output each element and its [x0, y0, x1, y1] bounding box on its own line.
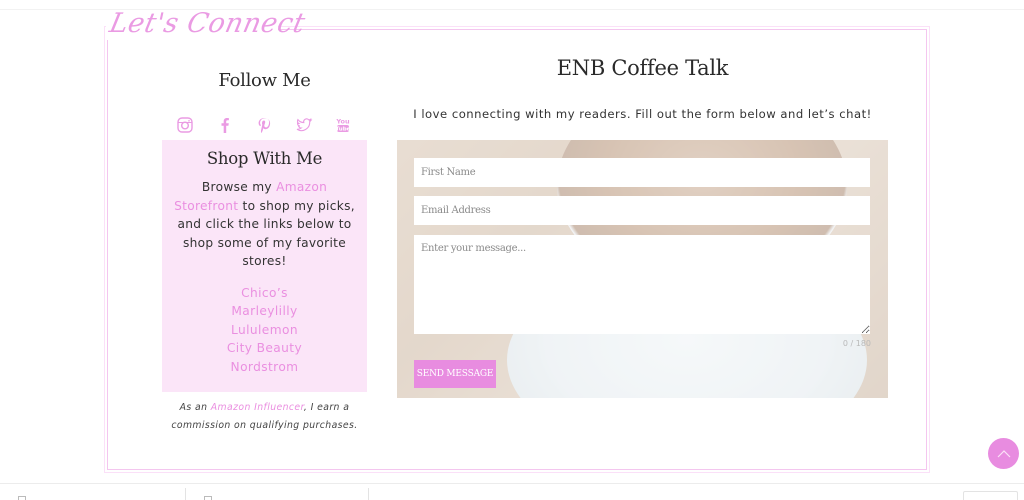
shop-desc-pre: Browse my — [201, 180, 277, 194]
document-icon — [204, 496, 212, 500]
scroll-to-top-button[interactable] — [988, 438, 1019, 469]
pinterest-icon[interactable] — [255, 116, 273, 134]
instagram-icon[interactable] — [176, 116, 194, 134]
follow-me-heading: Follow Me — [218, 70, 311, 91]
contact-intro-text: I love connecting with my readers. Fill … — [413, 107, 872, 121]
shop-with-me-heading: Shop With Me — [206, 149, 323, 168]
send-message-button[interactable]: SEND MESSAGE — [414, 360, 496, 388]
chevron-up-icon — [997, 449, 1010, 457]
section-title: Let's Connect — [106, 8, 309, 39]
affiliate-disclaimer: As an Amazon Influencer, I earn a commis… — [162, 399, 367, 435]
bottom-item-1[interactable] — [0, 488, 186, 500]
disclaimer-pre: As an — [179, 402, 211, 413]
message-textarea[interactable] — [414, 235, 870, 334]
shop-description: Browse my Amazon Storefront to shop my p… — [170, 178, 360, 271]
youtube-icon[interactable]: You Tube — [334, 116, 352, 134]
amazon-influencer-link[interactable]: Amazon Influencer — [211, 402, 304, 413]
character-counter: 0 / 180 — [842, 339, 871, 348]
document-icon — [18, 496, 26, 500]
store-link-lululemon[interactable]: Lululemon — [162, 321, 367, 340]
svg-text:You: You — [335, 118, 350, 126]
bottom-item-2[interactable] — [186, 488, 369, 500]
svg-text:Tube: Tube — [336, 127, 351, 133]
email-input[interactable] — [414, 196, 870, 225]
twitter-icon[interactable] — [295, 116, 313, 134]
social-icons-row: You Tube — [176, 114, 352, 136]
facebook-icon[interactable] — [216, 116, 234, 134]
store-link-nordstrom[interactable]: Nordstrom — [162, 358, 367, 377]
contact-form: 0 / 180 SEND MESSAGE — [397, 140, 888, 398]
shop-with-me-box: Shop With Me Browse my Amazon Storefront… — [162, 140, 367, 392]
coffee-talk-heading: ENB Coffee Talk — [556, 56, 729, 80]
bottom-right-widget[interactable] — [963, 491, 1018, 500]
store-link-chicos[interactable]: Chico’s — [162, 284, 367, 303]
bottom-divider — [0, 483, 1024, 484]
store-link-city-beauty[interactable]: City Beauty — [162, 339, 367, 358]
first-name-input[interactable] — [414, 158, 870, 187]
store-link-marleylilly[interactable]: Marleylilly — [162, 302, 367, 321]
store-links: Chico’s Marleylilly Lululemon City Beaut… — [162, 284, 367, 377]
